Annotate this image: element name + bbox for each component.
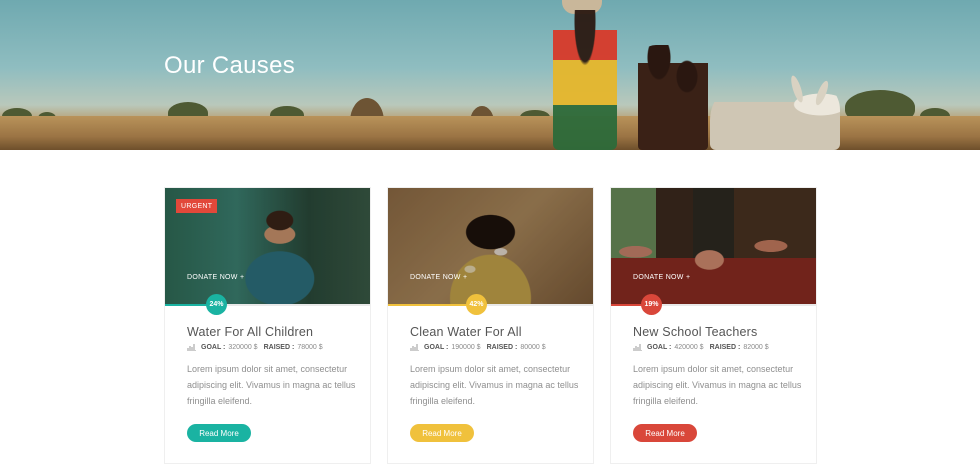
cause-title[interactable]: Clean Water For All (410, 325, 580, 339)
hero-children-figure (638, 45, 708, 150)
cause-card: DONATE NOW + 19% New School Teachers GOA… (610, 187, 817, 464)
page-title: Our Causes (164, 52, 296, 79)
raised-value: 78000 $ (297, 343, 323, 351)
bar-chart-icon (633, 344, 642, 351)
goal-label: GOAL : (647, 343, 672, 351)
progress-bar (388, 304, 593, 306)
urgent-badge: URGENT (176, 199, 218, 213)
progress-bar (165, 304, 370, 306)
cause-photo[interactable]: URGENT DONATE NOW + (165, 188, 370, 304)
cause-card: URGENT DONATE NOW + 24% Water For All Ch… (164, 187, 371, 464)
bar-chart-icon (410, 344, 419, 351)
raised-value: 80000 $ (520, 343, 546, 351)
bar-chart-icon (187, 344, 196, 351)
read-more-button[interactable]: Read More (187, 424, 251, 442)
raised-value: 82000 $ (743, 343, 769, 351)
cause-photo[interactable]: DONATE NOW + (611, 188, 816, 304)
progress-fill (388, 304, 475, 306)
donate-now-link[interactable]: DONATE NOW + (410, 274, 467, 281)
cause-meta: GOAL : 420000 $ RAISED : 82000 $ (633, 343, 803, 351)
raised-label: RAISED : (709, 343, 741, 351)
raised-label: RAISED : (263, 343, 295, 351)
cause-card: DONATE NOW + 42% Clean Water For All GOA… (387, 187, 594, 464)
donate-now-link[interactable]: DONATE NOW + (633, 274, 690, 281)
cause-meta: GOAL : 320000 $ RAISED : 78000 $ (187, 343, 357, 351)
cause-title[interactable]: Water For All Children (187, 325, 357, 339)
read-more-button[interactable]: Read More (410, 424, 474, 442)
read-more-button[interactable]: Read More (633, 424, 697, 442)
cause-description: Lorem ipsum dolor sit amet, consectetur … (633, 364, 802, 406)
donate-now-link[interactable]: DONATE NOW + (187, 274, 244, 281)
goal-value: 320000 $ (228, 343, 258, 351)
progress-badge: 24% (206, 294, 227, 315)
hero-banner: Our Causes (0, 0, 980, 150)
hero-woman-figure (553, 10, 617, 150)
goal-value: 190000 $ (451, 343, 481, 351)
cause-description: Lorem ipsum dolor sit amet, consectetur … (410, 364, 579, 406)
cause-description: Lorem ipsum dolor sit amet, consectetur … (187, 364, 356, 406)
progress-badge: 19% (641, 294, 662, 315)
goal-value: 420000 $ (674, 343, 704, 351)
cause-meta: GOAL : 190000 $ RAISED : 80000 $ (410, 343, 580, 351)
cause-photo[interactable]: DONATE NOW + (388, 188, 593, 304)
goal-label: GOAL : (201, 343, 226, 351)
cause-title[interactable]: New School Teachers (633, 325, 803, 339)
progress-badge: 42% (466, 294, 487, 315)
goal-label: GOAL : (424, 343, 449, 351)
raised-label: RAISED : (486, 343, 518, 351)
